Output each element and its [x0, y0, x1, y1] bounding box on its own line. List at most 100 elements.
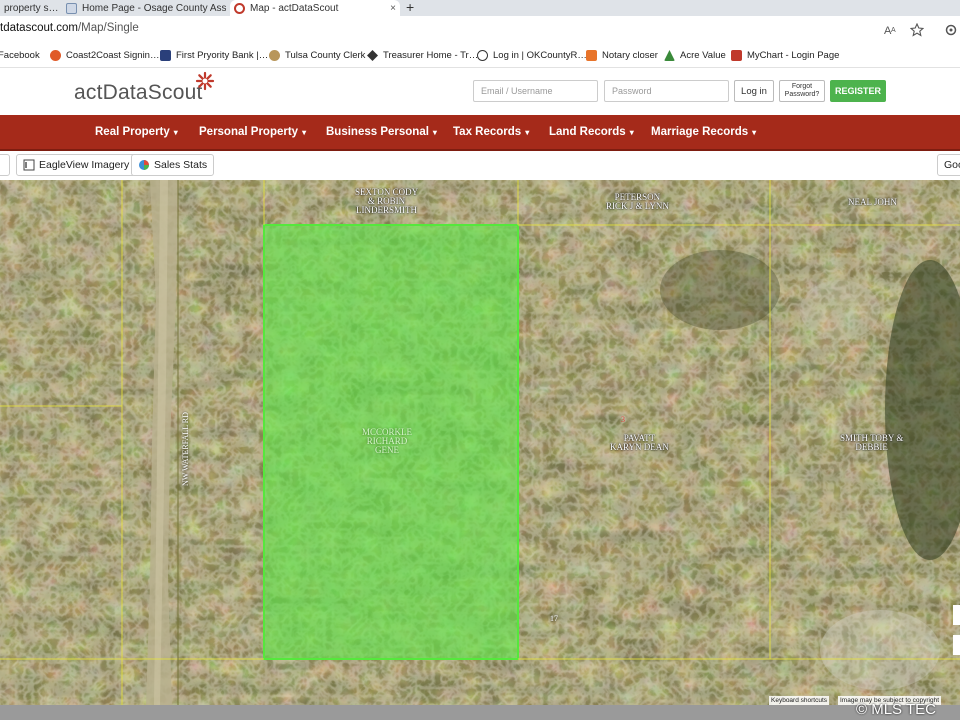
mls-watermark: © MLS TEC — [856, 701, 936, 718]
treasurer-icon — [367, 50, 378, 61]
eagleview-label: EagleView Imagery — [39, 159, 130, 171]
google-layer-button[interactable]: Goo — [937, 154, 960, 176]
nav-business-personal[interactable]: Business Personal ▾ — [326, 126, 437, 138]
browser-tab-strip: property s… Home Page - Osage County Ass… — [0, 0, 960, 16]
lot-number: 17 — [550, 614, 558, 623]
actdatascout-favicon-icon — [234, 2, 245, 14]
owner-line: KARYN DEAN — [610, 442, 669, 452]
bookmark-facebook[interactable]: Facebook — [0, 50, 40, 61]
document-icon — [66, 2, 77, 14]
owner-line: GENE — [375, 445, 399, 455]
bookmark-coast2coast[interactable]: Coast2Coast Signin… — [50, 50, 159, 61]
bookmark-label: Treasurer Home - Tr… — [383, 50, 479, 61]
favorite-star-icon[interactable] — [910, 23, 924, 37]
nav-tax-records[interactable]: Tax Records ▾ — [453, 126, 529, 138]
browser-tab[interactable]: property s… — [0, 0, 58, 16]
actdatascout-logo[interactable]: actDataScout — [74, 81, 202, 105]
parcel-owner-label[interactable]: PAVATT KARYN DEAN — [610, 434, 669, 452]
owner-line: LINDERSMITH — [356, 205, 418, 215]
parcel-owner-label[interactable]: SMITH TOBY & DEBBIE — [840, 434, 903, 452]
parcel-owner-label[interactable]: SEXTON CODY & ROBIN LINDERSMITH — [355, 188, 418, 215]
parcel-owner-label[interactable]: PETERSON RICK J & LYNN — [606, 193, 669, 211]
zoom-in-button[interactable] — [953, 605, 960, 625]
bookmark-label: Log in | OKCountyR… — [493, 50, 587, 61]
login-button[interactable]: Log in — [734, 80, 774, 102]
checkbox-icon — [23, 159, 35, 171]
nav-label: Marriage Records — [651, 126, 749, 138]
forgot-password-button[interactable]: Forgot Password? — [779, 80, 825, 102]
bookmark-mychart[interactable]: MyChart - Login Page — [731, 50, 839, 61]
layer-control-button[interactable] — [0, 154, 10, 176]
extensions-icon[interactable] — [944, 23, 958, 37]
bookmark-label: Coast2Coast Signin… — [66, 50, 160, 61]
bookmark-label: Acre Value — [680, 50, 726, 61]
browser-tab[interactable]: Home Page - Osage County Asse × — [62, 0, 226, 16]
nav-personal-property[interactable]: Personal Property ▾ — [199, 126, 306, 138]
page-bottom-strip — [0, 705, 960, 720]
tab-label: Home Page - Osage County Asse — [82, 2, 226, 14]
owner-line: DEBBIE — [855, 442, 888, 452]
address-bar[interactable]: tdatascout.com/Map/Single AA — [0, 16, 960, 46]
nav-label: Business Personal — [326, 126, 429, 138]
aerial-imagery — [0, 180, 960, 705]
caret-down-icon: ▾ — [629, 128, 634, 137]
bookmark-label: MyChart - Login Page — [747, 50, 840, 61]
caret-down-icon: ▾ — [173, 128, 178, 137]
selected-parcel-owner-label[interactable]: MCCORKLE RICHARD GENE — [362, 428, 412, 455]
caret-down-icon: ▾ — [302, 128, 307, 137]
parcel-map[interactable]: SEXTON CODY & ROBIN LINDERSMITH PETERSON… — [0, 180, 960, 705]
search-icon — [477, 50, 488, 61]
tab-label: property s… — [4, 2, 58, 14]
bookmark-tulsa-county-clerk[interactable]: Tulsa County Clerk — [269, 50, 365, 61]
url-text[interactable]: tdatascout.com/Map/Single — [0, 22, 139, 34]
logo-prefix: act — [74, 81, 103, 104]
bookmark-label: Notary closer — [602, 50, 658, 61]
email-username-input[interactable]: Email / Username — [473, 80, 598, 102]
nav-real-property[interactable]: Real Property ▾ — [95, 126, 178, 138]
svg-text:A: A — [891, 27, 896, 34]
sales-stats-button[interactable]: Sales Stats — [131, 154, 215, 176]
bookmarks-bar: Facebook Coast2Coast Signin… First Pryor… — [0, 46, 960, 68]
owner-line: NEAL JOHN — [848, 197, 897, 207]
road-label: NW WATERFALL RD — [181, 412, 190, 486]
new-tab-button[interactable]: + — [406, 0, 414, 14]
password-input[interactable]: Password — [604, 80, 729, 102]
sales-stats-label: Sales Stats — [154, 159, 208, 171]
bookmark-label: Tulsa County Clerk — [285, 50, 366, 61]
zoom-out-button[interactable] — [953, 635, 960, 655]
acre-value-icon — [664, 50, 675, 61]
register-button[interactable]: REGISTER — [830, 80, 886, 102]
nav-label: Tax Records — [453, 126, 522, 138]
nav-marriage-records[interactable]: Marriage Records ▾ — [651, 126, 756, 138]
nav-land-records[interactable]: Land Records ▾ — [549, 126, 634, 138]
logo-star-icon — [195, 71, 215, 91]
url-host: tdatascout.com — [0, 22, 78, 34]
bookmark-label: Facebook — [0, 50, 40, 61]
main-navigation: Real Property ▾ Personal Property ▾ Busine… — [0, 115, 960, 151]
caret-down-icon: ▾ — [432, 128, 437, 137]
caret-down-icon: ▾ — [525, 128, 530, 137]
bookmark-okcountyrecords[interactable]: Log in | OKCountyR… — [477, 50, 587, 61]
map-toolbar: EagleView Imagery Sales Stats Goo — [0, 151, 960, 180]
notary-icon — [586, 50, 597, 61]
bookmark-label: First Pryority Bank |… — [176, 50, 269, 61]
owner-line: RICK J & LYNN — [606, 201, 669, 211]
bookmark-first-pryority-bank[interactable]: First Pryority Bank |… — [160, 50, 268, 61]
nav-label: Real Property — [95, 126, 170, 138]
bookmark-acre-value[interactable]: Acre Value — [664, 50, 726, 61]
tab-label: Map - actDataScout — [250, 2, 339, 14]
caret-down-icon: ▾ — [752, 128, 757, 137]
bookmark-notary-closer[interactable]: Notary closer — [586, 50, 658, 61]
close-tab-icon[interactable]: × — [390, 3, 396, 14]
bookmark-treasurer-home[interactable]: Treasurer Home - Tr… — [367, 50, 478, 61]
logo-main: DataScout — [102, 81, 203, 104]
lot-number: 3 — [621, 415, 625, 424]
read-aloud-icon[interactable]: AA — [884, 23, 898, 37]
keyboard-shortcuts-link[interactable]: Keyboard shortcuts — [769, 696, 830, 705]
eagleview-imagery-button[interactable]: EagleView Imagery — [16, 154, 137, 176]
nav-label: Personal Property — [199, 126, 299, 138]
pie-chart-icon — [139, 160, 149, 170]
bank-icon — [160, 50, 171, 61]
parcel-owner-label[interactable]: NEAL JOHN — [848, 198, 897, 207]
browser-tab-active[interactable]: Map - actDataScout × — [230, 0, 400, 16]
